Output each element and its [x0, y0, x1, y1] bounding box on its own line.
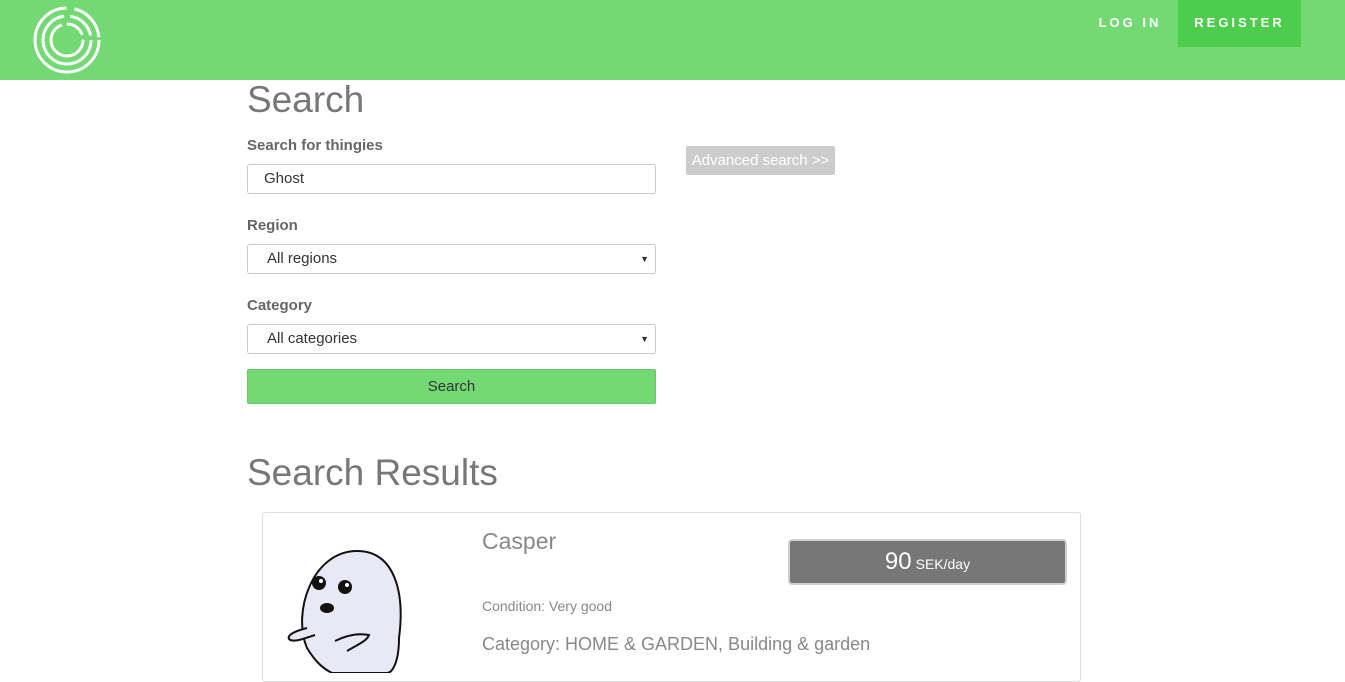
- search-results-title: Search Results: [247, 452, 498, 493]
- search-query-label: Search for thingies: [247, 137, 383, 154]
- search-query-input[interactable]: Ghost: [247, 164, 656, 194]
- category-select-value: All categories: [267, 330, 358, 347]
- search-button[interactable]: Search: [247, 369, 656, 404]
- price-unit: SEK/day: [915, 556, 971, 572]
- item-title-link[interactable]: Casper: [482, 528, 556, 555]
- search-title: Search: [247, 79, 365, 120]
- advanced-search-button[interactable]: Advanced search >>: [686, 146, 835, 175]
- region-select-value: All regions: [267, 250, 338, 267]
- category-label: Category: [247, 297, 313, 314]
- price-button[interactable]: 90 SEK/day: [788, 539, 1067, 585]
- region-label: Region: [247, 217, 298, 234]
- item-category: Category: HOME & GARDEN, Building & gard…: [482, 634, 871, 654]
- price-amount: 90: [884, 548, 912, 575]
- logo-icon[interactable]: [32, 5, 102, 75]
- top-navbar: LOG IN REGISTER: [0, 0, 1345, 80]
- search-query-value: Ghost: [264, 170, 305, 187]
- dropdown-arrow-icon: ▼: [640, 254, 649, 264]
- result-card[interactable]: Casper 90 SEK/day Condition: Very good Ca…: [262, 512, 1081, 682]
- register-button[interactable]: REGISTER: [1178, 0, 1301, 47]
- login-link[interactable]: LOG IN: [1090, 0, 1170, 47]
- dropdown-arrow-icon: ▼: [640, 334, 649, 344]
- item-condition: Condition: Very good: [482, 598, 612, 614]
- category-select[interactable]: All categories ▼: [247, 324, 656, 354]
- ghost-illustration-icon[interactable]: [287, 543, 427, 674]
- region-select[interactable]: All regions ▼: [247, 244, 656, 274]
